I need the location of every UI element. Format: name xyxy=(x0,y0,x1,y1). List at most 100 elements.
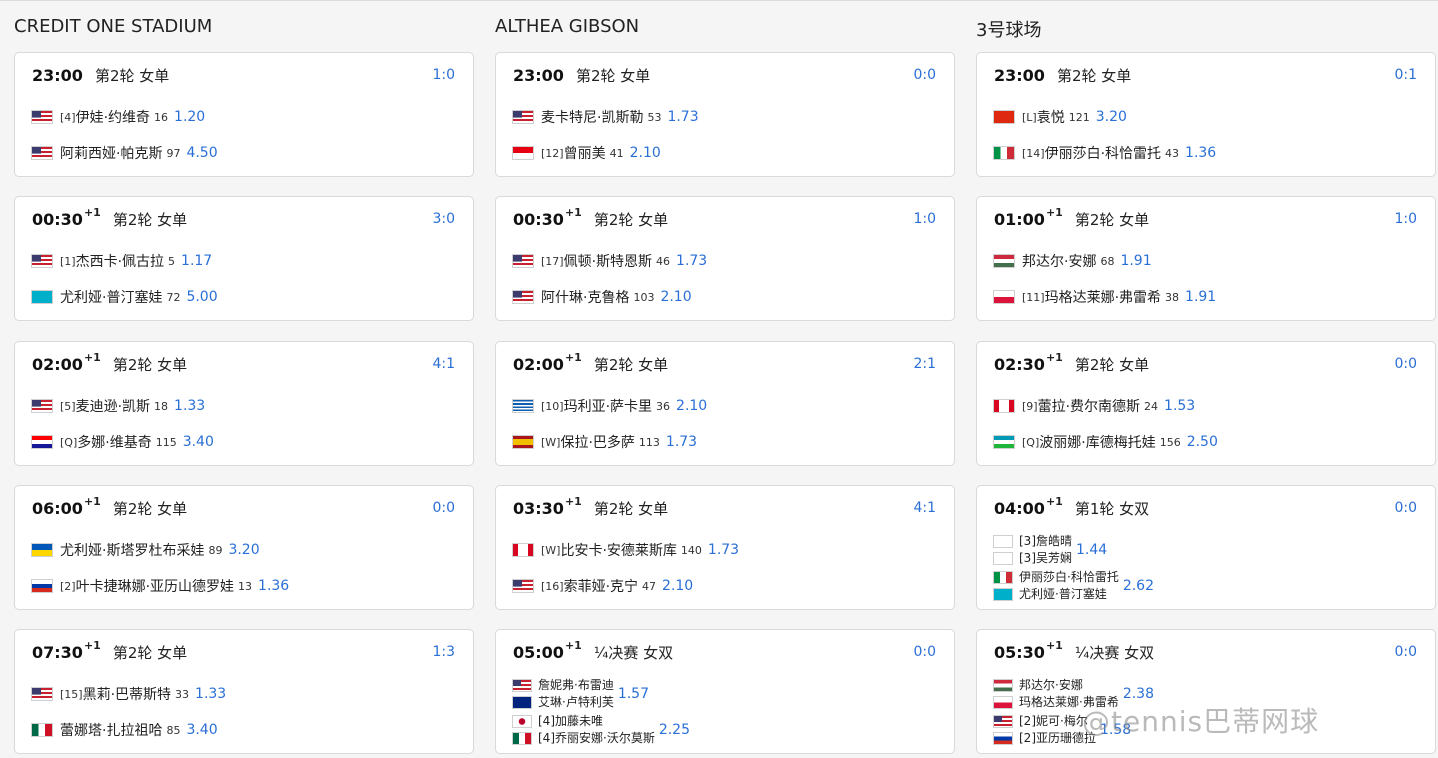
player-name[interactable]: 佩顿·斯特恩斯 xyxy=(564,251,652,271)
match-score[interactable]: 1:3 xyxy=(432,644,455,660)
match-card[interactable]: 06:00 +1 第2轮 女单 0:0 尤利娅·斯塔罗杜布采娃 89 3.20 [2] 叶卡捷琳… xyxy=(14,485,474,610)
match-score[interactable]: 0:0 xyxy=(913,644,936,660)
team-odds[interactable]: 1.44 xyxy=(1076,542,1107,558)
player-name[interactable]: 曾丽美 xyxy=(564,143,606,163)
match-card[interactable]: 04:00 +1 第1轮 女双 0:0 [3]詹皓晴 [3]吴芳娴 1.44 伊丽莎白·科恰雷… xyxy=(976,485,1436,610)
player-odds[interactable]: 1.36 xyxy=(258,578,289,594)
player-row[interactable]: [14] 伊丽莎白·科恰雷托 43 1.36 xyxy=(993,143,1216,163)
match-card[interactable]: 23:00 第2轮 女单 0:0 麦卡特尼·凯斯勒 53 1.73 [12] 曾丽美 41 2.1… xyxy=(495,52,955,177)
player-odds[interactable]: 2.10 xyxy=(676,398,707,414)
team-odds[interactable]: 2.62 xyxy=(1123,578,1154,594)
team-player-name[interactable]: 尤利娅·普汀塞娃 xyxy=(1019,586,1119,603)
team-odds[interactable]: 2.25 xyxy=(659,722,690,738)
match-score[interactable]: 3:0 xyxy=(432,211,455,227)
player-odds[interactable]: 2.10 xyxy=(662,578,693,594)
match-card[interactable]: 05:00 +1 ¼决赛 女双 0:0 詹妮弗·布雷迪 艾琳·卢特利芙 1.57 [4]加藤未… xyxy=(495,629,955,754)
player-name[interactable]: 伊娃·约维奇 xyxy=(76,107,150,127)
match-card[interactable]: 07:30 +1 第2轮 女单 1:3 [15] 黑莉·巴蒂斯特 33 1.33 蕾娜塔·扎拉祖… xyxy=(14,629,474,754)
player-odds[interactable]: 2.10 xyxy=(660,289,691,305)
player-row[interactable]: [L] 袁悦 121 3.20 xyxy=(993,107,1127,127)
player-row[interactable]: [9] 蕾拉·费尔南德斯 24 1.53 xyxy=(993,396,1195,416)
match-score[interactable]: 2:1 xyxy=(913,356,936,372)
player-row[interactable]: 阿什琳·克鲁格 103 2.10 xyxy=(512,287,692,307)
player-odds[interactable]: 1.20 xyxy=(174,109,205,125)
player-name[interactable]: 多娜·维基奇 xyxy=(77,432,151,452)
team-odds[interactable]: 1.57 xyxy=(618,686,649,702)
doubles-team-row[interactable]: [3]詹皓晴 [3]吴芳娴 1.44 xyxy=(993,531,1107,569)
player-odds[interactable]: 1.33 xyxy=(195,686,226,702)
player-odds[interactable]: 1.73 xyxy=(666,434,697,450)
team-player-name[interactable]: [4]加藤未唯 xyxy=(538,713,655,730)
team-player-name[interactable]: [3]詹皓晴 xyxy=(1019,533,1072,550)
player-row[interactable]: [Q] 多娜·维基奇 115 3.40 xyxy=(31,432,214,452)
player-row[interactable]: [12] 曾丽美 41 2.10 xyxy=(512,143,661,163)
match-score[interactable]: 1:0 xyxy=(913,211,936,227)
player-name[interactable]: 麦迪逊·凯斯 xyxy=(76,396,150,416)
player-odds[interactable]: 2.50 xyxy=(1187,434,1218,450)
doubles-team-row[interactable]: [4]加藤未唯 [4]乔丽安娜·沃尔莫斯 2.25 xyxy=(512,711,690,749)
player-name[interactable]: 黑莉·巴蒂斯特 xyxy=(83,684,171,704)
player-row[interactable]: [17] 佩顿·斯特恩斯 46 1.73 xyxy=(512,251,707,271)
player-row[interactable]: [1] 杰西卡·佩古拉 5 1.17 xyxy=(31,251,212,271)
player-name[interactable]: 比安卡·安德莱斯库 xyxy=(560,540,676,560)
player-row[interactable]: 尤利娅·普汀塞娃 72 5.00 xyxy=(31,287,218,307)
match-card[interactable]: 03:30 +1 第2轮 女单 4:1 [W] 比安卡·安德莱斯库 140 1.73 [16] 索… xyxy=(495,485,955,610)
player-odds[interactable]: 3.20 xyxy=(228,542,259,558)
player-name[interactable]: 叶卡捷琳娜·亚历山德罗娃 xyxy=(76,576,234,596)
team-player-name[interactable]: [4]乔丽安娜·沃尔莫斯 xyxy=(538,730,655,747)
player-odds[interactable]: 1.91 xyxy=(1185,289,1216,305)
player-row[interactable]: [W] 保拉·巴多萨 113 1.73 xyxy=(512,432,697,452)
player-row[interactable]: 邦达尔·安娜 68 1.91 xyxy=(993,251,1152,271)
player-name[interactable]: 阿什琳·克鲁格 xyxy=(541,287,629,307)
player-row[interactable]: [5] 麦迪逊·凯斯 18 1.33 xyxy=(31,396,205,416)
match-score[interactable]: 0:0 xyxy=(1394,356,1417,372)
player-odds[interactable]: 4.50 xyxy=(186,145,217,161)
match-card[interactable]: 02:30 +1 第2轮 女单 0:0 [9] 蕾拉·费尔南德斯 24 1.53 [Q] 波丽娜·… xyxy=(976,341,1436,466)
match-score[interactable]: 0:0 xyxy=(432,500,455,516)
player-odds[interactable]: 3.40 xyxy=(186,722,217,738)
player-name[interactable]: 玛格达莱娜·弗雷希 xyxy=(1045,287,1161,307)
team-player-name[interactable]: 詹妮弗·布雷迪 xyxy=(538,677,614,694)
player-row[interactable]: [4] 伊娃·约维奇 16 1.20 xyxy=(31,107,205,127)
team-player-name[interactable]: 邦达尔·安娜 xyxy=(1019,677,1119,694)
match-score[interactable]: 4:1 xyxy=(432,356,455,372)
player-row[interactable]: [10] 玛利亚·萨卡里 36 2.10 xyxy=(512,396,707,416)
player-row[interactable]: [15] 黑莉·巴蒂斯特 33 1.33 xyxy=(31,684,226,704)
player-odds[interactable]: 1.73 xyxy=(708,542,739,558)
match-card[interactable]: 02:00 +1 第2轮 女单 4:1 [5] 麦迪逊·凯斯 18 1.33 [Q] 多娜·维基奇… xyxy=(14,341,474,466)
match-score[interactable]: 0:0 xyxy=(913,67,936,83)
match-score[interactable]: 0:0 xyxy=(1394,644,1417,660)
player-row[interactable]: [2] 叶卡捷琳娜·亚历山德罗娃 13 1.36 xyxy=(31,576,289,596)
team-player-name[interactable]: 艾琳·卢特利芙 xyxy=(538,694,614,711)
match-score[interactable]: 1:0 xyxy=(432,67,455,83)
player-row[interactable]: 蕾娜塔·扎拉祖哈 85 3.40 xyxy=(31,720,218,740)
player-row[interactable]: [16] 索菲娅·克宁 47 2.10 xyxy=(512,576,693,596)
player-name[interactable]: 索菲娅·克宁 xyxy=(564,576,638,596)
team-player-name[interactable]: 伊丽莎白·科恰雷托 xyxy=(1019,569,1119,586)
player-row[interactable]: [W] 比安卡·安德莱斯库 140 1.73 xyxy=(512,540,739,560)
player-odds[interactable]: 2.10 xyxy=(630,145,661,161)
match-card[interactable]: 23:00 第2轮 女单 1:0 [4] 伊娃·约维奇 16 1.20 阿莉西娅·帕克斯 97 4… xyxy=(14,52,474,177)
player-name[interactable]: 保拉·巴多萨 xyxy=(560,432,634,452)
player-name[interactable]: 邦达尔·安娜 xyxy=(1022,251,1096,271)
player-odds[interactable]: 3.40 xyxy=(183,434,214,450)
player-name[interactable]: 蕾娜塔·扎拉祖哈 xyxy=(60,720,162,740)
match-card[interactable]: 23:00 第2轮 女单 0:1 [L] 袁悦 121 3.20 [14] 伊丽莎白·科恰雷托 4… xyxy=(976,52,1436,177)
player-name[interactable]: 尤利娅·斯塔罗杜布采娃 xyxy=(60,540,204,560)
player-name[interactable]: 蕾拉·费尔南德斯 xyxy=(1038,396,1140,416)
doubles-team-row[interactable]: 伊丽莎白·科恰雷托 尤利娅·普汀塞娃 2.62 xyxy=(993,567,1154,605)
player-name[interactable]: 麦卡特尼·凯斯勒 xyxy=(541,107,643,127)
match-score[interactable]: 0:0 xyxy=(1394,500,1417,516)
player-row[interactable]: [Q] 波丽娜·库德梅托娃 156 2.50 xyxy=(993,432,1218,452)
player-name[interactable]: 玛利亚·萨卡里 xyxy=(564,396,652,416)
player-odds[interactable]: 1.53 xyxy=(1164,398,1195,414)
player-name[interactable]: 袁悦 xyxy=(1037,107,1065,127)
match-card[interactable]: 01:00 +1 第2轮 女单 1:0 邦达尔·安娜 68 1.91 [11] 玛格达莱娜·弗雷… xyxy=(976,196,1436,321)
player-odds[interactable]: 1.91 xyxy=(1120,253,1151,269)
player-row[interactable]: 阿莉西娅·帕克斯 97 4.50 xyxy=(31,143,218,163)
match-score[interactable]: 4:1 xyxy=(913,500,936,516)
doubles-team-row[interactable]: 詹妮弗·布雷迪 艾琳·卢特利芙 1.57 xyxy=(512,675,649,713)
team-player-name[interactable]: [3]吴芳娴 xyxy=(1019,550,1072,567)
match-score[interactable]: 1:0 xyxy=(1394,211,1417,227)
match-score[interactable]: 0:1 xyxy=(1394,67,1417,83)
